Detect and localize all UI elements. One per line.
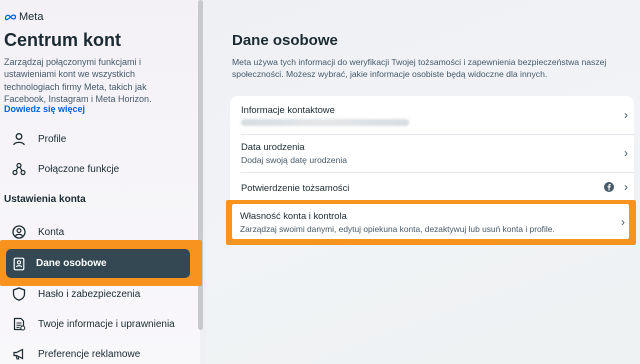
- document-icon: [12, 317, 26, 331]
- megaphone-icon: [12, 347, 26, 361]
- sidebar-item-label: Dane osobowe: [36, 258, 107, 269]
- chevron-right-icon: ›: [621, 214, 625, 229]
- sidebar-item-label: Połączone funkcje: [38, 163, 120, 175]
- sidebar-item-label: Twoje informacje i uprawnienia: [38, 318, 175, 330]
- row-identity-confirmation[interactable]: Potwierdzenie tożsamości ›: [230, 172, 634, 202]
- meta-infinity-icon: [4, 14, 17, 21]
- sidebar-item-label: Hasło i zabezpieczenia: [38, 288, 141, 300]
- page-title: Dane osobowe: [232, 32, 338, 49]
- connected-features-icon: [12, 162, 26, 176]
- sidebar-item-profile[interactable]: Profile: [0, 125, 192, 153]
- chevron-right-icon: ›: [624, 108, 628, 122]
- row-sublabel: Zarządzaj swoimi danymi, edytuj opiekuna…: [240, 223, 555, 234]
- main-content: Dane osobowe Meta używa tych informacji …: [206, 0, 640, 364]
- sidebar-item-label: Konta: [38, 226, 65, 238]
- id-card-icon: [12, 257, 26, 271]
- row-contact-info[interactable]: Informacje kontaktowe ›: [230, 96, 634, 134]
- shield-icon: [12, 287, 26, 301]
- sidebar-item-your-information[interactable]: Twoje informacje i uprawnienia: [0, 310, 192, 338]
- chevron-right-icon: ›: [624, 180, 628, 194]
- facebook-icon: [604, 182, 614, 192]
- learn-more-link[interactable]: Dowiedz się więcej: [4, 104, 85, 114]
- page-description: Meta używa tych informacji do weryfikacj…: [232, 57, 607, 79]
- row-label: Własność konta i kontrola: [240, 209, 347, 221]
- sidebar-item-personal-details[interactable]: Dane osobowe: [6, 249, 190, 278]
- row-account-ownership[interactable]: Własność konta i kontrola Zarządzaj swoi…: [232, 204, 629, 239]
- sidebar-title: Centrum kont: [4, 30, 121, 50]
- section-title-account-settings: Ustawienia konta: [4, 194, 86, 205]
- sidebar-item-label: Profile: [38, 133, 67, 145]
- meta-brand-text: Meta: [19, 11, 44, 23]
- sidebar-description: Zarządzaj połączonymi funkcjami i ustawi…: [4, 57, 152, 105]
- sidebar-item-ad-preferences[interactable]: Preferencje reklamowe: [0, 340, 192, 364]
- row-birthday[interactable]: Data urodzenia Dodaj swoją datę urodzeni…: [230, 134, 634, 172]
- row-label: Potwierdzenie tożsamości: [241, 181, 350, 193]
- sidebar-item-connected-features[interactable]: Połączone funkcje: [0, 155, 192, 183]
- meta-logo: Meta: [4, 11, 43, 23]
- sidebar-item-label: Preferencje reklamowe: [38, 348, 141, 360]
- profile-icon: [12, 132, 26, 146]
- row-label: Data urodzenia: [241, 141, 305, 152]
- account-icon: [12, 225, 26, 239]
- contact-info-redacted: [241, 119, 409, 126]
- row-label: Informacje kontaktowe: [241, 104, 335, 115]
- chevron-right-icon: ›: [624, 146, 628, 160]
- sidebar: Meta Centrum kont Zarządzaj połączonymi …: [0, 0, 200, 364]
- row-sublabel: Dodaj swoją datę urodzenia: [241, 155, 348, 165]
